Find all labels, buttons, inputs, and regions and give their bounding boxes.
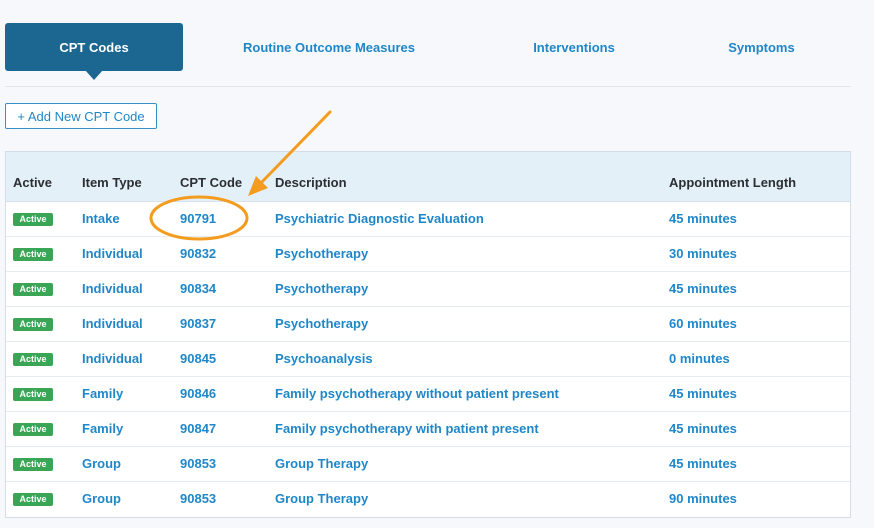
cell-appointment-length[interactable]: 30 minutes (669, 237, 737, 272)
column-header-cpt-code: CPT Code (180, 175, 243, 190)
active-status-badge: Active (13, 283, 53, 296)
cell-appointment-length[interactable]: 0 minutes (669, 342, 730, 377)
cell-item-type[interactable]: Family (82, 412, 123, 447)
cell-cpt-code[interactable]: 90845 (180, 342, 216, 377)
cell-description[interactable]: Psychotherapy (275, 237, 368, 272)
active-status-badge: Active (13, 388, 53, 401)
active-status-badge: Active (13, 493, 53, 506)
cell-appointment-length[interactable]: 45 minutes (669, 412, 737, 447)
table-row[interactable]: Active Individual 90834 Psychotherapy 45 min… (6, 272, 850, 307)
cell-description[interactable]: Psychiatric Diagnostic Evaluation (275, 202, 484, 237)
cell-description[interactable]: Psychoanalysis (275, 342, 373, 377)
cell-item-type[interactable]: Individual (82, 342, 143, 377)
tab-symptoms[interactable]: Symptoms (705, 23, 818, 71)
cell-cpt-code[interactable]: 90853 (180, 482, 216, 517)
table-header: Active Item Type CPT Code Description Ap… (6, 152, 850, 202)
cell-description[interactable]: Family psychotherapy without patient pre… (275, 377, 559, 412)
cell-appointment-length[interactable]: 60 minutes (669, 307, 737, 342)
cell-cpt-code[interactable]: 90791 (180, 202, 216, 237)
active-status-badge: Active (13, 318, 53, 331)
column-header-item-type: Item Type (82, 175, 142, 190)
cell-cpt-code[interactable]: 90834 (180, 272, 216, 307)
column-header-active: Active (13, 175, 53, 190)
active-status-badge: Active (13, 353, 53, 366)
cell-appointment-length[interactable]: 45 minutes (669, 447, 737, 482)
column-header-description: Description (275, 175, 347, 190)
cell-appointment-length[interactable]: 45 minutes (669, 202, 737, 237)
cell-appointment-length[interactable]: 45 minutes (669, 272, 737, 307)
cell-appointment-length[interactable]: 90 minutes (669, 482, 737, 517)
table-row[interactable]: Active Group 90853 Group Therapy 45 minutes (6, 447, 850, 482)
active-status-badge: Active (13, 248, 53, 261)
cell-description[interactable]: Group Therapy (275, 447, 368, 482)
cell-item-type[interactable]: Family (82, 377, 123, 412)
cell-item-type[interactable]: Individual (82, 272, 143, 307)
column-header-appointment-length: Appointment Length (669, 175, 797, 190)
table-row[interactable]: Active Family 90847 Family psychotherapy wi… (6, 412, 850, 447)
add-new-cpt-code-button[interactable]: + Add New CPT Code (5, 103, 157, 129)
table-row[interactable]: Active Individual 90837 Psychotherapy 60 min… (6, 307, 850, 342)
table-row[interactable]: Active Family 90846 Family psychotherapy wi… (6, 377, 850, 412)
tab-routine-outcome-measures[interactable]: Routine Outcome Measures (210, 23, 448, 71)
table-row[interactable]: Active Individual 90845 Psychoanalysis 0 min… (6, 342, 850, 377)
cell-item-type[interactable]: Individual (82, 307, 143, 342)
cell-item-type[interactable]: Group (82, 482, 121, 517)
cell-description[interactable]: Group Therapy (275, 482, 368, 517)
cell-item-type[interactable]: Individual (82, 237, 143, 272)
cell-description[interactable]: Psychotherapy (275, 272, 368, 307)
cell-cpt-code[interactable]: 90847 (180, 412, 216, 447)
table-row[interactable]: Active Group 90853 Group Therapy 90 minutes (6, 482, 850, 517)
table-row[interactable]: Active Individual 90832 Psychotherapy 30 min… (6, 237, 850, 272)
active-status-badge: Active (13, 423, 53, 436)
cell-appointment-length[interactable]: 45 minutes (669, 377, 737, 412)
table-body: Active Intake 90791 Psychiatric Diagnostic … (6, 202, 850, 517)
cell-description[interactable]: Family psychotherapy with patient presen… (275, 412, 539, 447)
cell-cpt-code[interactable]: 90837 (180, 307, 216, 342)
table-row[interactable]: Active Intake 90791 Psychiatric Diagnostic … (6, 202, 850, 237)
cell-item-type[interactable]: Intake (82, 202, 120, 237)
cpt-codes-table: Active Item Type CPT Code Description Ap… (5, 151, 851, 518)
cell-cpt-code[interactable]: 90832 (180, 237, 216, 272)
cell-item-type[interactable]: Group (82, 447, 121, 482)
cell-description[interactable]: Psychotherapy (275, 307, 368, 342)
active-status-badge: Active (13, 213, 53, 226)
active-status-badge: Active (13, 458, 53, 471)
cell-cpt-code[interactable]: 90846 (180, 377, 216, 412)
tab-bar: CPT Codes Routine Outcome Measures Inter… (5, 23, 851, 87)
cell-cpt-code[interactable]: 90853 (180, 447, 216, 482)
tab-cpt-codes[interactable]: CPT Codes (5, 23, 183, 80)
tab-interventions[interactable]: Interventions (505, 23, 643, 71)
